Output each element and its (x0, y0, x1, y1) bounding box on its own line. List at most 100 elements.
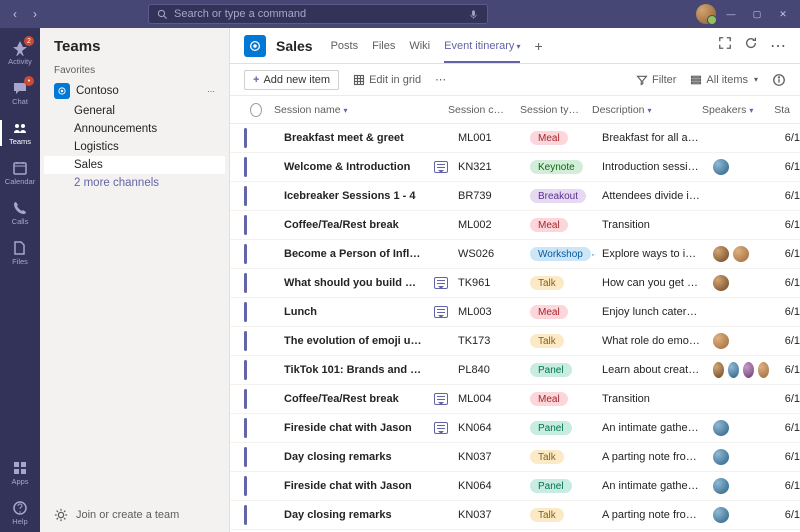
cell-desc: How can you get over... (596, 277, 706, 289)
team-menu-icon[interactable]: ⋯ (207, 87, 215, 96)
nav-back[interactable]: ‹ (6, 5, 24, 23)
type-badge: Breakout (530, 189, 586, 203)
rail-files[interactable]: Files (0, 234, 40, 272)
app-rail: Activity2Chat•TeamsCalendarCallsFiles App… (0, 28, 40, 532)
speaker-avatar[interactable] (712, 158, 730, 176)
rail-help[interactable]: Help (0, 494, 40, 532)
col-session-name[interactable]: Session name▾ (268, 104, 418, 116)
table-row[interactable]: Day closing remarks KN037 Talk A parting… (230, 501, 800, 530)
table-row[interactable]: Welcome & Introduction KN321 Keynote Int… (230, 153, 800, 182)
type-badge: Talk (530, 276, 564, 290)
team-contoso[interactable]: Contoso ⋯ (40, 80, 229, 102)
tab-files[interactable]: Files (372, 30, 395, 62)
speaker-avatar[interactable] (757, 361, 770, 379)
view-selector[interactable]: All items▾ (690, 74, 758, 86)
col-description[interactable]: Description▾ (586, 104, 696, 116)
cell-code: ML001 (452, 132, 524, 144)
expand-icon[interactable] (718, 36, 732, 50)
table-row[interactable]: Fireside chat with Jason KN064 Panel An … (230, 414, 800, 443)
speaker-avatar[interactable] (712, 477, 730, 495)
channel-announcements[interactable]: Announcements (40, 120, 229, 138)
speaker-avatar[interactable] (712, 245, 730, 263)
speaker-avatar[interactable] (732, 245, 750, 263)
conversation-icon[interactable] (434, 306, 448, 318)
cell-code: KN064 (452, 422, 524, 434)
rail-activity[interactable]: Activity2 (0, 34, 40, 72)
tab-posts[interactable]: Posts (331, 30, 359, 62)
speaker-avatar[interactable] (712, 448, 730, 466)
window-maximize[interactable]: ▢ (746, 4, 768, 24)
rail-chat[interactable]: Chat• (0, 74, 40, 112)
cell-desc: Introduction session ... (596, 161, 706, 173)
conversation-icon[interactable] (434, 422, 448, 434)
channel-more[interactable]: 2 more channels (40, 174, 229, 192)
user-avatar[interactable] (696, 4, 716, 24)
cell-code: KN321 (452, 161, 524, 173)
type-badge: Meal (530, 131, 568, 145)
speaker-avatar[interactable] (712, 274, 730, 292)
conversation-icon[interactable] (434, 161, 448, 173)
type-badge: Talk (530, 450, 564, 464)
col-session-code[interactable]: Session code▾ (442, 104, 514, 116)
col-sta[interactable]: Sta (766, 104, 796, 116)
table-row[interactable]: Coffee/Tea/Rest break ML002 Meal Transit… (230, 211, 800, 240)
toolbar-more[interactable]: ⋯ (435, 73, 447, 86)
cell-desc: An intimate gathering... (596, 480, 706, 492)
cell-code: ML004 (452, 393, 524, 405)
speaker-avatar[interactable] (742, 361, 755, 379)
col-speakers[interactable]: Speakers▾ (696, 104, 766, 116)
rail-calendar[interactable]: Calendar (0, 154, 40, 192)
type-badge: Panel (530, 421, 572, 435)
nav-forward[interactable]: › (26, 5, 44, 23)
cell-sta: 6/1 (776, 335, 800, 347)
table-row[interactable]: Day closing remarks KN037 Talk A parting… (230, 443, 800, 472)
rail-calls[interactable]: Calls (0, 194, 40, 232)
speaker-avatar[interactable] (712, 361, 725, 379)
table-row[interactable]: TikTok 101: Brands and Influe... PL840 P… (230, 356, 800, 385)
cell-sta: 6/1 (776, 393, 800, 405)
filter-button[interactable]: Filter (636, 74, 676, 86)
conversation-icon[interactable] (434, 393, 448, 405)
window-close[interactable]: ✕ (772, 4, 794, 24)
rail-teams[interactable]: Teams (0, 114, 40, 152)
channel-general[interactable]: General (40, 102, 229, 120)
cell-code: WS026 (452, 248, 524, 260)
add-new-item-button[interactable]: +Add new item (244, 70, 339, 90)
add-tab-button[interactable]: + (530, 38, 546, 54)
join-create-team[interactable]: Join or create a team (40, 498, 229, 532)
window-minimize[interactable]: — (720, 4, 742, 24)
channel-title: Sales (276, 38, 313, 54)
rail-apps[interactable]: Apps (0, 454, 40, 492)
refresh-icon[interactable] (744, 36, 758, 50)
cell-desc: Learn about creating ... (596, 364, 706, 376)
select-all[interactable] (250, 103, 262, 117)
speaker-avatar[interactable] (712, 506, 730, 524)
table-row[interactable]: The evolution of emoji usag... TK173 Tal… (230, 327, 800, 356)
cell-desc: Transition (596, 219, 706, 231)
table-row[interactable]: Fireside chat with Jason KN064 Panel An … (230, 472, 800, 501)
channel-sales[interactable]: Sales (44, 156, 225, 174)
table-row[interactable]: Become a Person of Influence WS026 Works… (230, 240, 800, 269)
channel-logistics[interactable]: Logistics (40, 138, 229, 156)
table-row[interactable]: Lunch ML003 Meal Enjoy lunch catered b..… (230, 298, 800, 327)
table-row[interactable]: Coffee/Tea/Rest break ML004 Meal Transit… (230, 385, 800, 414)
search-input[interactable]: Search or type a command (148, 4, 488, 24)
tab-wiki[interactable]: Wiki (409, 30, 430, 62)
table-row[interactable]: Breakfast meet & greet ML001 Meal Breakf… (230, 124, 800, 153)
cell-code: ML003 (452, 306, 524, 318)
table-row[interactable]: What should you build next? TK961 Talk H… (230, 269, 800, 298)
cell-name: Fireside chat with Jason (278, 422, 428, 434)
speaker-avatar[interactable] (712, 332, 730, 350)
speaker-avatar[interactable] (727, 361, 740, 379)
cell-sta: 6/1 (776, 190, 800, 202)
more-icon[interactable]: ⋯ (770, 36, 786, 56)
col-session-type[interactable]: Session type▾ (514, 104, 586, 116)
info-icon[interactable] (772, 73, 786, 87)
table-row[interactable]: Icebreaker Sessions 1 - 4 BR739 Breakout… (230, 182, 800, 211)
edit-in-grid-button[interactable]: Edit in grid (353, 74, 421, 86)
mic-icon[interactable] (468, 9, 479, 20)
conversation-icon[interactable] (434, 277, 448, 289)
type-badge: Panel (530, 479, 572, 493)
speaker-avatar[interactable] (712, 419, 730, 437)
tab-event-itinerary[interactable]: Event itinerary▾ (444, 30, 520, 62)
